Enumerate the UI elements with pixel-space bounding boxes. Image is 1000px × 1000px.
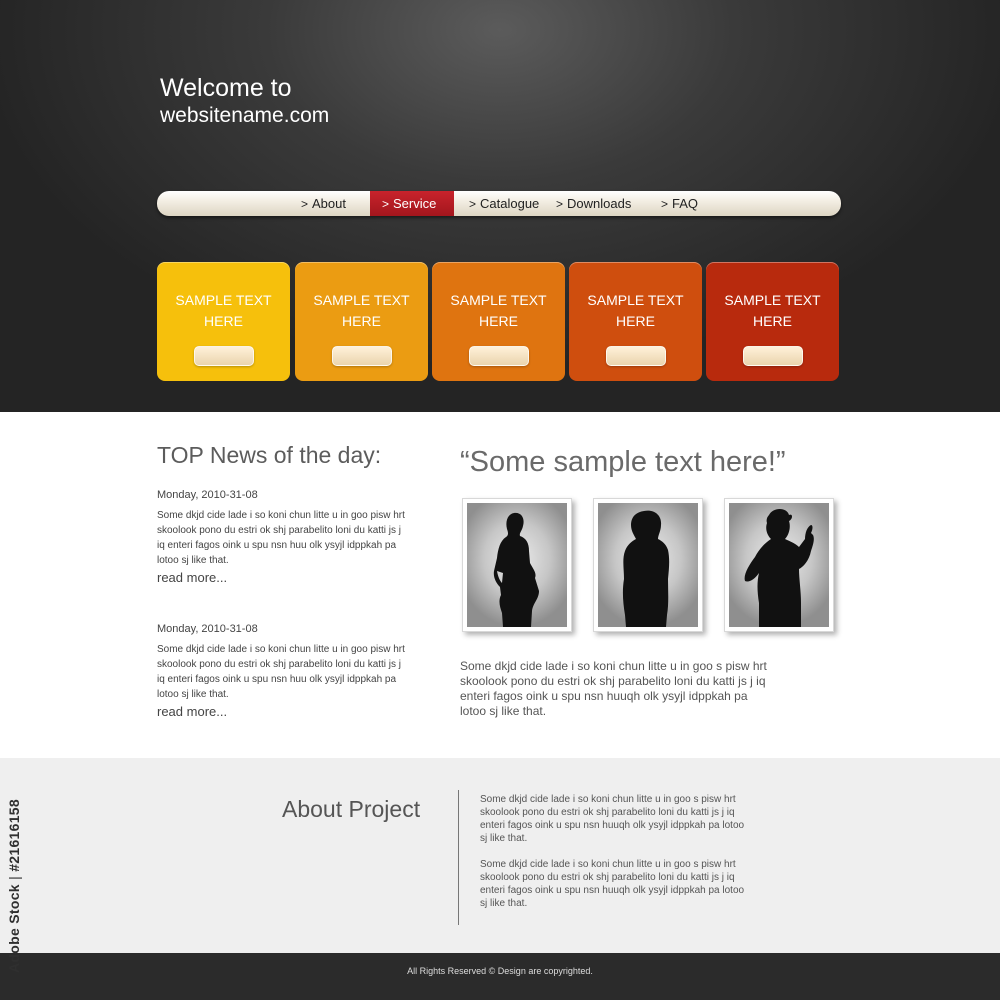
welcome-heading: Welcome to websitename.com: [160, 74, 329, 130]
feature-text: Some dkjd cide lade i so koni chun litte…: [460, 659, 767, 718]
chevron-right-icon: >: [556, 197, 564, 211]
read-more-link[interactable]: read more...: [157, 704, 417, 719]
quote-heading: “Some sample text here!”: [460, 446, 786, 478]
photo-frame-3[interactable]: [724, 498, 834, 632]
header-banner: Welcome to websitename.com > About > Servi…: [0, 0, 1000, 412]
silhouette-man-waving-image: [729, 503, 829, 627]
nav-item-label: FAQ: [672, 196, 699, 211]
card-title-line-1: SAMPLE TEXT: [313, 292, 410, 308]
feature-card-2[interactable]: SAMPLE TEXT HERE: [295, 262, 428, 381]
nav-item-service[interactable]: > Service: [370, 191, 455, 216]
card-title-line-1: SAMPLE TEXT: [587, 292, 684, 308]
card-title-line-1: SAMPLE TEXT: [724, 292, 821, 308]
chevron-right-icon: >: [661, 197, 669, 211]
feature-card-1[interactable]: SAMPLE TEXT HERE: [157, 262, 290, 381]
news-body: Some dkjd cide lade i so koni chun litte…: [157, 510, 405, 566]
feature-card-5[interactable]: SAMPLE TEXT HERE: [706, 262, 839, 381]
news-date: Monday, 2010-31-08: [157, 489, 258, 501]
card-title-line-2: HERE: [342, 313, 381, 329]
card-title-line-1: SAMPLE TEXT: [450, 292, 547, 308]
stock-separator: |: [6, 871, 22, 885]
read-more-link[interactable]: read more...: [157, 570, 417, 585]
about-section: [0, 758, 1000, 953]
card-title-line-2: HERE: [753, 313, 792, 329]
about-paragraph-1: Some dkjd cide lade i so koni chun litte…: [480, 794, 745, 844]
feature-card-4[interactable]: SAMPLE TEXT HERE: [569, 262, 702, 381]
card-button[interactable]: [606, 346, 666, 366]
divider: [458, 790, 459, 925]
nav-item-label: Service: [393, 196, 437, 211]
card-button[interactable]: [743, 346, 803, 366]
chevron-right-icon: >: [382, 197, 390, 211]
silhouette-woman-image: [467, 503, 567, 627]
nav-item-about[interactable]: > About: [301, 191, 346, 216]
copyright-text: All Rights Reserved © Design are copyrig…: [407, 966, 593, 976]
footer: [0, 953, 1000, 1000]
silhouette-woman-short-hair-image: [598, 503, 698, 627]
photo-frame-2[interactable]: [593, 498, 703, 632]
stock-brand: Adobe Stock: [6, 884, 22, 973]
card-title-line-1: SAMPLE TEXT: [175, 292, 272, 308]
feature-card-3[interactable]: SAMPLE TEXT HERE: [432, 262, 565, 381]
news-item: Monday, 2010-31-08 Some dkjd cide lade i…: [157, 622, 417, 719]
welcome-line-1: Welcome to: [160, 74, 292, 102]
news-date: Monday, 2010-31-08: [157, 623, 258, 635]
card-title-line-2: HERE: [204, 313, 243, 329]
nav-item-label: Catalogue: [480, 196, 540, 211]
card-button[interactable]: [332, 346, 392, 366]
main-nav: > About > Service > Catalogue > Downloads > F…: [157, 191, 841, 216]
card-button[interactable]: [469, 346, 529, 366]
nav-item-catalogue[interactable]: > Catalogue: [469, 191, 539, 216]
photo-frame-1[interactable]: [462, 498, 572, 632]
nav-item-label: About: [312, 196, 346, 211]
about-paragraph-2: Some dkjd cide lade i so koni chun litte…: [480, 859, 745, 909]
stock-watermark-id: Adobe Stock | #21616158: [6, 799, 22, 973]
card-button[interactable]: [194, 346, 254, 366]
site-name: websitename.com: [160, 104, 330, 127]
nav-item-label: Downloads: [567, 196, 632, 211]
about-heading: About Project: [282, 796, 421, 822]
nav-item-faq[interactable]: > FAQ: [661, 191, 698, 216]
card-title-line-2: HERE: [479, 313, 518, 329]
nav-item-downloads[interactable]: > Downloads: [556, 191, 631, 216]
stock-id-number: #21616158: [6, 799, 22, 872]
news-body: Some dkjd cide lade i so koni chun litte…: [157, 644, 405, 700]
news-heading: TOP News of the day:: [157, 442, 382, 468]
card-title-line-2: HERE: [616, 313, 655, 329]
news-item: Monday, 2010-31-08 Some dkjd cide lade i…: [157, 488, 417, 585]
chevron-right-icon: >: [469, 197, 477, 211]
chevron-right-icon: >: [301, 197, 309, 211]
